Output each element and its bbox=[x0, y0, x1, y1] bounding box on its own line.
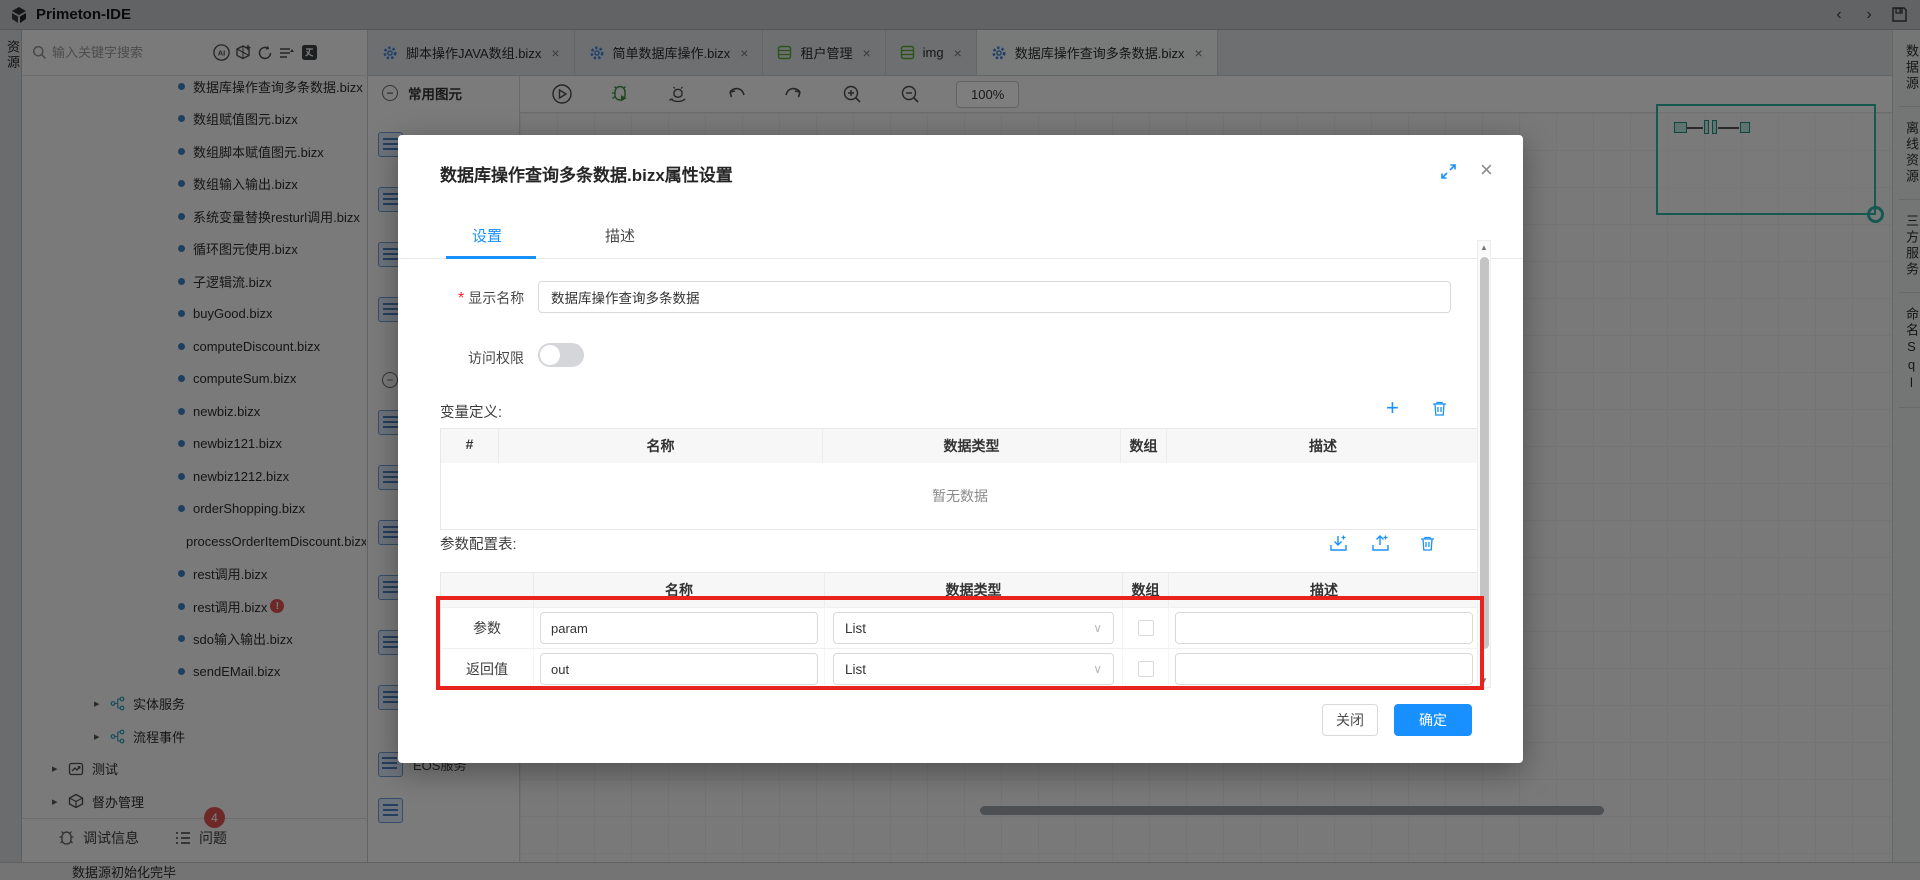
scrollbar-thumb[interactable] bbox=[1479, 257, 1489, 649]
required-mark: * bbox=[458, 290, 465, 307]
column-header: 描述 bbox=[1309, 438, 1337, 454]
close-icon[interactable]: × bbox=[1480, 157, 1493, 183]
dialog-tab-bar: 设置 描述 bbox=[398, 225, 1523, 259]
tab-settings[interactable]: 设置 bbox=[472, 225, 502, 246]
add-variable-icon[interactable]: + bbox=[1386, 395, 1399, 421]
dialog-title: 数据库操作查询多条数据.bizx属性设置 bbox=[440, 166, 733, 185]
export-params-icon[interactable] bbox=[1370, 533, 1391, 554]
variables-table-header: # 名称 数据类型 数组 描述 bbox=[441, 429, 1479, 463]
tab-description[interactable]: 描述 bbox=[605, 225, 635, 246]
variables-section-label: 变量定义: bbox=[440, 405, 503, 421]
close-button[interactable]: 关闭 bbox=[1322, 704, 1378, 736]
variables-empty-text: 暂无数据 bbox=[441, 463, 1479, 529]
display-name-row: * 显示名称 bbox=[458, 288, 524, 308]
column-header: 数组 bbox=[1121, 429, 1167, 463]
annotation-highlight-rect bbox=[436, 596, 1484, 690]
access-toggle[interactable] bbox=[538, 343, 584, 367]
delete-params-icon[interactable] bbox=[1418, 534, 1437, 553]
delete-variable-icon[interactable] bbox=[1430, 399, 1449, 418]
primeton-ide-window: Primeton-IDE ‹ › 资源 AI bbox=[0, 0, 1920, 880]
fullscreen-icon[interactable] bbox=[1440, 163, 1457, 180]
active-tab-underline bbox=[446, 256, 536, 259]
display-name-label: 显示名称 bbox=[468, 290, 525, 306]
params-section-label: 参数配置表: bbox=[440, 537, 517, 553]
variables-table: # 名称 数据类型 数组 描述 暂无数据 bbox=[440, 428, 1480, 530]
scroll-up-icon[interactable]: ▲ bbox=[1478, 243, 1490, 252]
confirm-button[interactable]: 确定 bbox=[1394, 704, 1472, 736]
column-header: 名称 bbox=[499, 429, 823, 463]
display-name-input[interactable] bbox=[538, 281, 1451, 313]
access-label: 访问权限 bbox=[468, 350, 524, 366]
column-header: # bbox=[441, 429, 499, 463]
import-params-icon[interactable] bbox=[1328, 533, 1349, 554]
column-header: 数据类型 bbox=[823, 429, 1121, 463]
